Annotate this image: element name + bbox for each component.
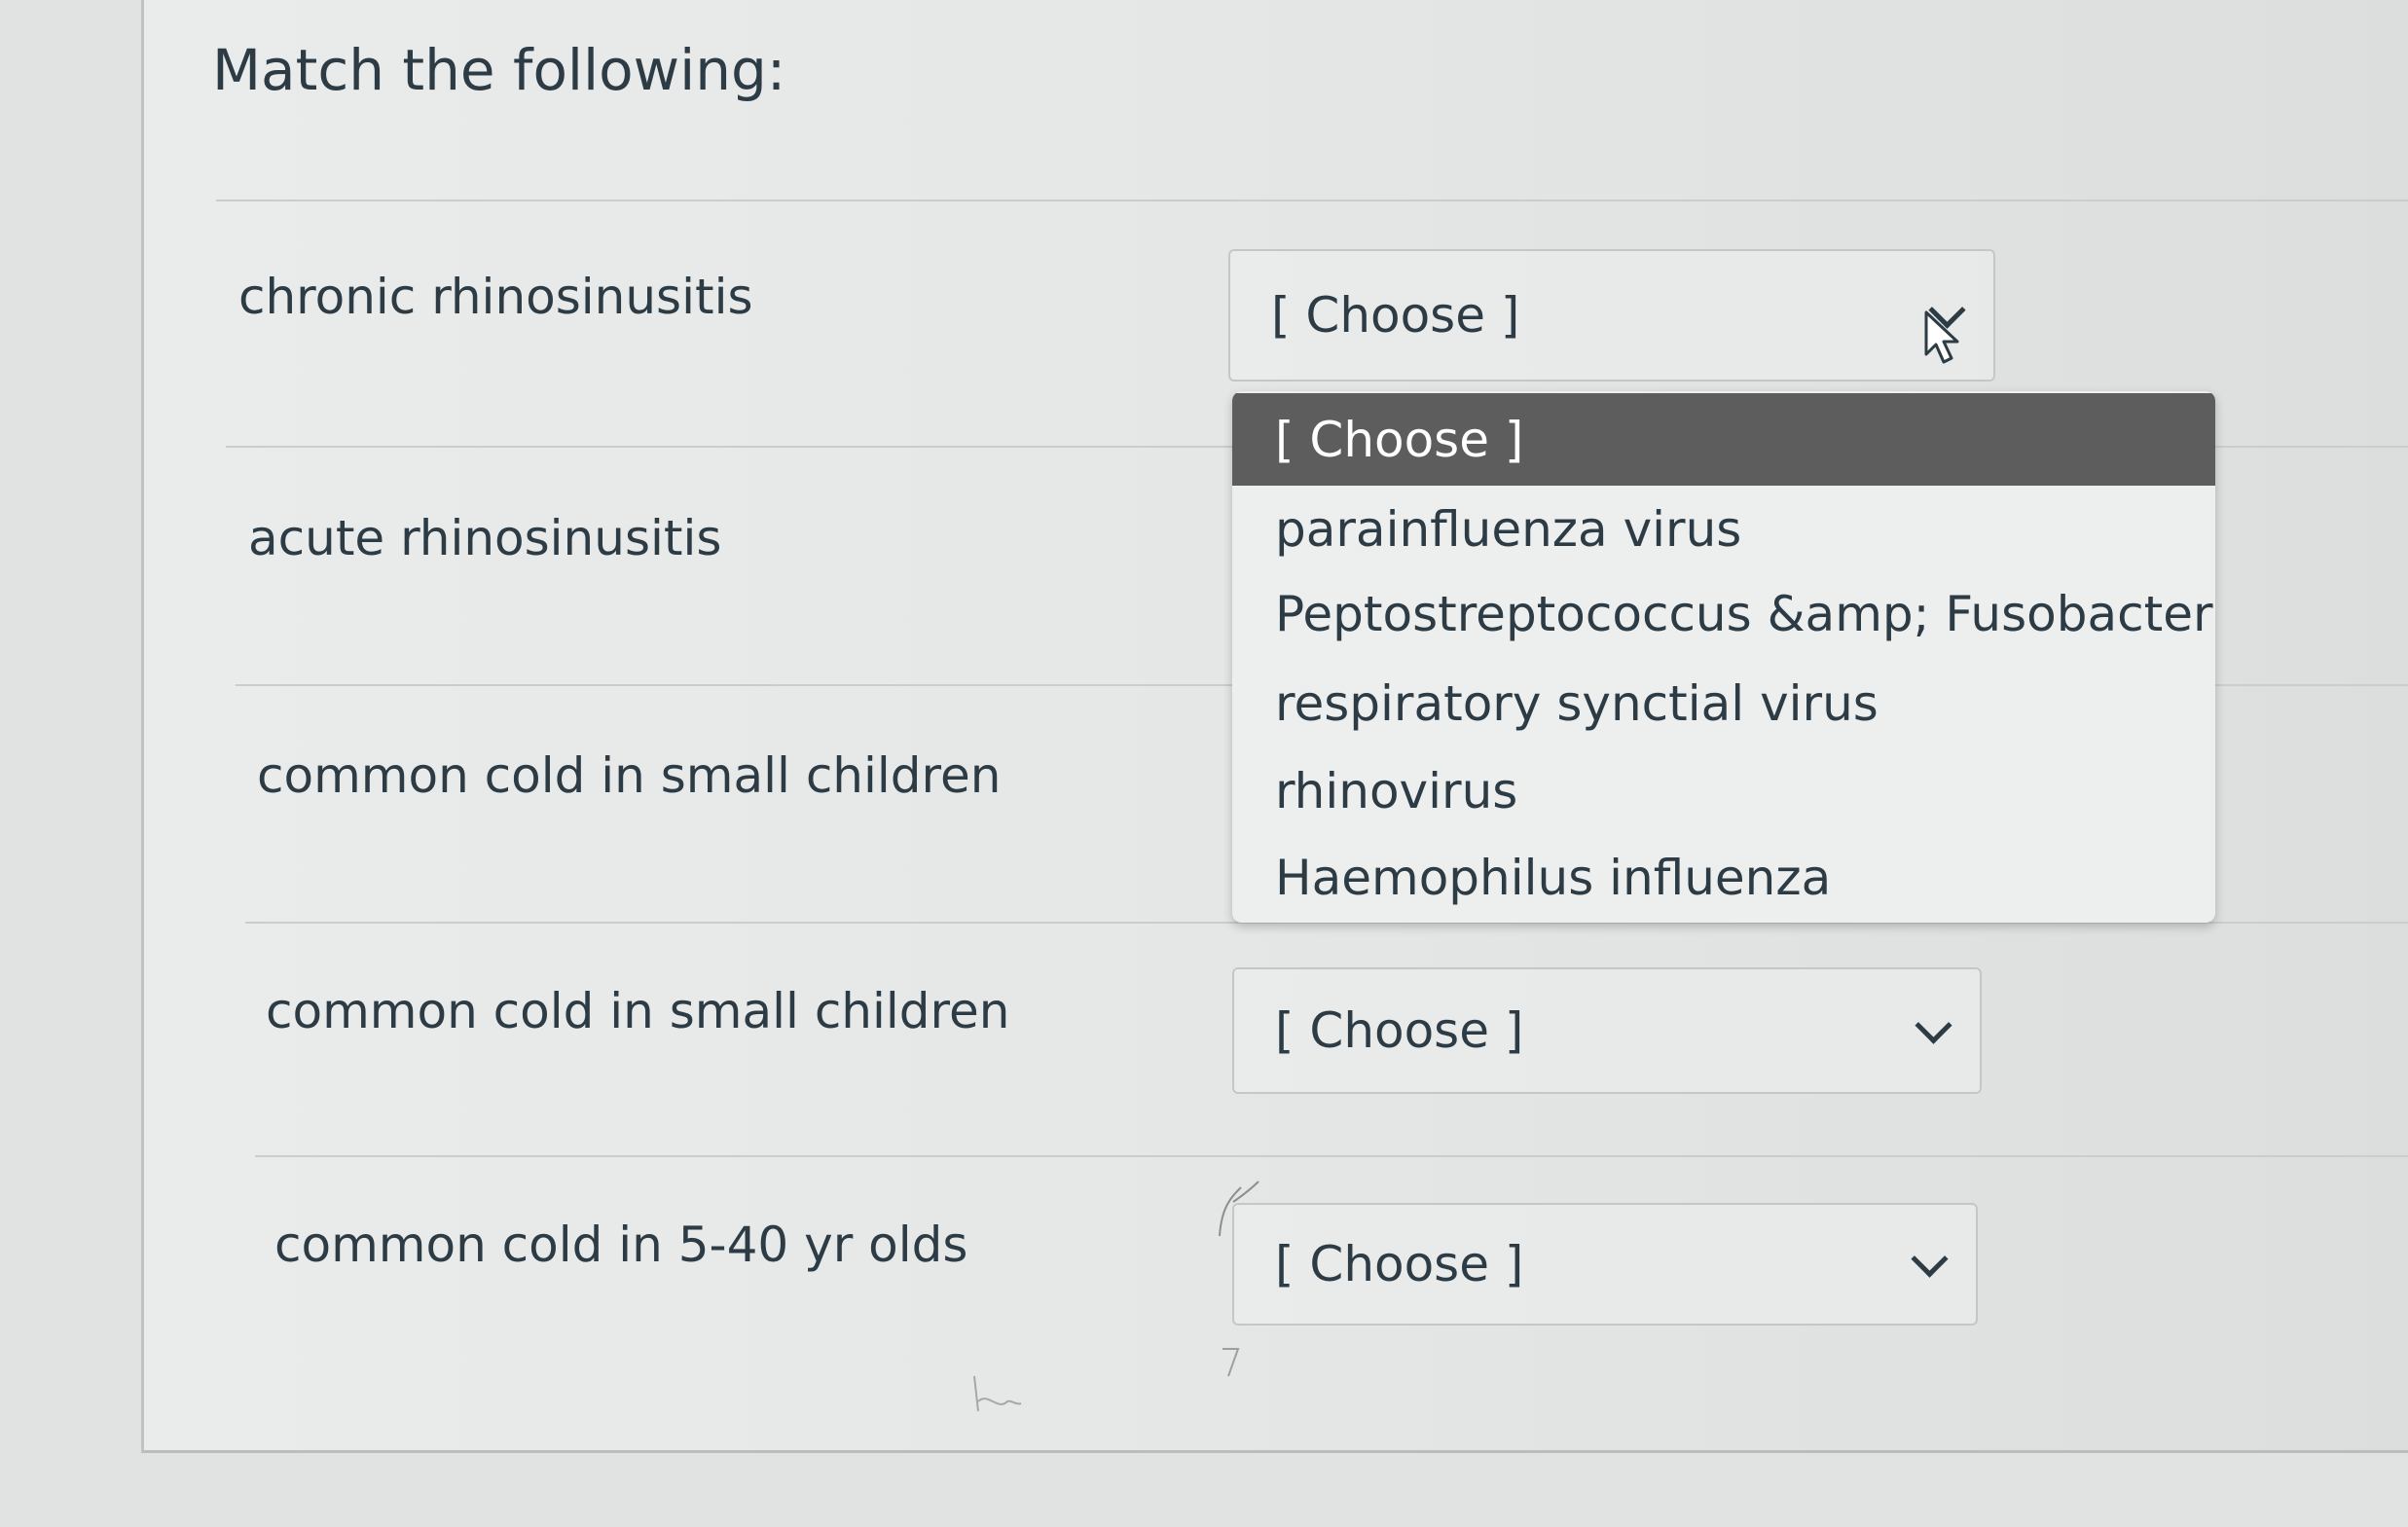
- prompt-common-cold-5-40: common cold in 5-40 yr olds: [274, 1217, 968, 1273]
- answer-select-4[interactable]: [ Choose ]: [1232, 967, 1982, 1094]
- answer-select-5[interactable]: [ Choose ]: [1232, 1203, 1978, 1326]
- pen-mark: [1219, 1181, 1259, 1237]
- select-value: [ Choose ]: [1271, 287, 1520, 344]
- prompt-acute-rhinosinusitis: acute rhinosinusitis: [248, 510, 722, 566]
- select-value: [ Choose ]: [1275, 1002, 1524, 1059]
- select-value: [ Choose ]: [1275, 1236, 1524, 1292]
- divider: [255, 1155, 2408, 1157]
- mouse-pointer-icon: [1924, 310, 1959, 364]
- prompt-chronic-rhinosinusitis: chronic rhinosinusitis: [238, 269, 753, 325]
- divider: [216, 200, 2408, 201]
- dropdown-option-parainfluenza[interactable]: parainfluenza virus: [1232, 486, 2215, 573]
- chevron-down-icon: [1915, 1006, 1952, 1044]
- question-title: Match the following:: [212, 37, 786, 103]
- prompt-common-cold-small-children-2: common cold in small children: [266, 983, 1010, 1039]
- chevron-down-icon: [1911, 1240, 1949, 1278]
- dropdown-option-haemophilus[interactable]: Haemophilus influenza: [1232, 834, 2215, 922]
- prompt-common-cold-small-children: common cold in small children: [257, 747, 1002, 804]
- dropdown-option-peptostreptococcus[interactable]: Peptostreptococcus &amp; Fusobacterium: [1232, 570, 2215, 658]
- answer-select-1[interactable]: [ Choose ]: [1228, 249, 1995, 382]
- pen-mark: [1222, 1348, 1240, 1377]
- answer-dropdown-list: [ Choose ] parainfluenza virus Peptostre…: [1232, 391, 2215, 923]
- dropdown-option-choose[interactable]: [ Choose ]: [1232, 393, 2215, 486]
- dropdown-option-rhinovirus[interactable]: rhinovirus: [1232, 747, 2215, 835]
- dropdown-option-rsv[interactable]: respiratory synctial virus: [1232, 660, 2215, 747]
- pen-mark: [973, 1375, 1022, 1412]
